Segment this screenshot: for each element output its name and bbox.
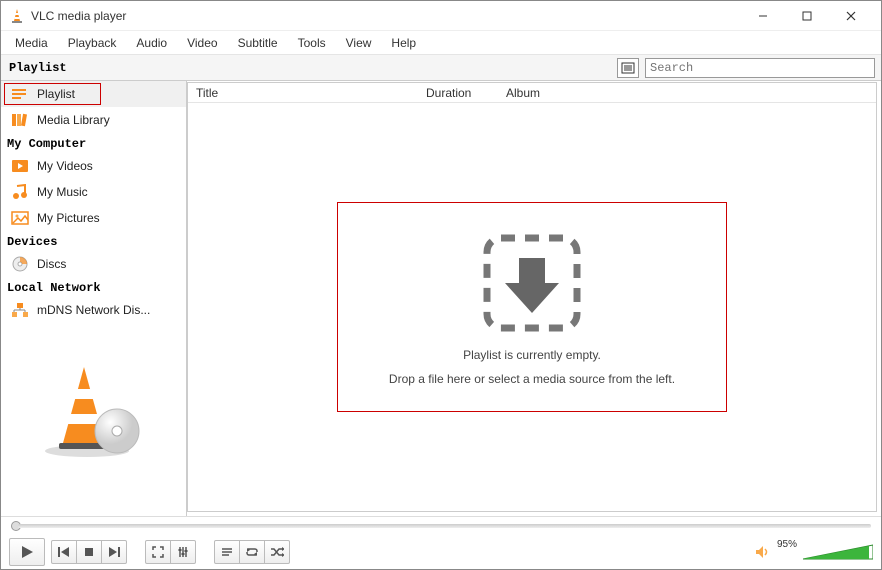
play-button[interactable] [9,538,45,566]
medialib-icon [11,111,29,129]
disc-icon [11,255,29,273]
titlebar: VLC media player [1,1,881,31]
playlist-icon [11,85,29,103]
extended-settings-button[interactable] [170,540,196,564]
sidebar-item-mypictures[interactable]: My Pictures [1,205,186,231]
sidebar-item-mdns[interactable]: mDNS Network Dis... [1,297,186,323]
playlist-header-label: Playlist [1,61,617,75]
menubar: Media Playback Audio Video Subtitle Tool… [1,31,881,55]
volume-percent: 95% [777,539,797,550]
music-icon [11,183,29,201]
close-button[interactable] [829,2,873,30]
sidebar-item-mymusic[interactable]: My Music [1,179,186,205]
menu-playback[interactable]: Playback [60,33,125,53]
app-icon [9,8,25,24]
sidebar-item-label: Playlist [37,87,75,101]
playlist-pane: Title Duration Album Playlist is current… [187,82,877,512]
annotation-highlight-main [337,202,727,412]
footer: 95% [1,516,881,569]
menu-video[interactable]: Video [179,33,225,53]
video-icon [11,157,29,175]
sidebar-header-devices: Devices [1,231,186,251]
sidebar-item-label: My Videos [37,159,93,173]
maximize-button[interactable] [785,2,829,30]
shuffle-button[interactable] [264,540,290,564]
stop-button[interactable] [76,540,102,564]
seek-track [18,524,871,528]
next-button[interactable] [101,540,127,564]
menu-tools[interactable]: Tools [290,33,334,53]
menu-subtitle[interactable]: Subtitle [230,33,286,53]
volume-slider[interactable] [803,542,873,562]
fullscreen-button[interactable] [145,540,171,564]
loop-button[interactable] [239,540,265,564]
menu-audio[interactable]: Audio [128,33,175,53]
volume-control[interactable]: 95% [755,542,873,562]
menu-help[interactable]: Help [383,33,424,53]
playlist-toggle-button[interactable] [214,540,240,564]
sidebar-item-discs[interactable]: Discs [1,251,186,277]
seek-bar[interactable] [1,517,881,535]
sidebar-header-mycomputer: My Computer [1,133,186,153]
sidebar-item-label: mDNS Network Dis... [37,303,150,317]
sidebar-thumbnail [1,349,186,469]
sidebar: Playlist Media Library My Computer My Vi… [1,81,187,516]
menu-media[interactable]: Media [7,33,56,53]
column-title[interactable]: Title [188,84,418,102]
speaker-icon [755,545,771,559]
sidebar-item-label: My Pictures [37,211,100,225]
sidebar-item-truncated[interactable] [1,323,186,349]
network-icon [11,301,29,319]
column-album[interactable]: Album [498,84,549,102]
sidebar-item-label: My Music [37,185,88,199]
window-title: VLC media player [31,9,741,23]
network-icon [11,327,29,345]
sidebar-header-localnetwork: Local Network [1,277,186,297]
column-headers: Title Duration Album [188,83,876,103]
sidebar-item-medialibrary[interactable]: Media Library [1,107,186,133]
sidebar-item-myvideos[interactable]: My Videos [1,153,186,179]
column-duration[interactable]: Duration [418,84,498,102]
playlist-header-row: Playlist [1,55,881,81]
sidebar-item-playlist[interactable]: Playlist [1,81,186,107]
pictures-icon [11,209,29,227]
menu-view[interactable]: View [338,33,380,53]
playlist-body[interactable]: Playlist is currently empty. Drop a file… [188,103,876,511]
previous-button[interactable] [51,540,77,564]
view-mode-button[interactable] [617,58,639,78]
sidebar-item-label: Discs [37,257,66,271]
sidebar-item-label: Media Library [37,113,110,127]
search-input[interactable] [645,58,875,78]
minimize-button[interactable] [741,2,785,30]
